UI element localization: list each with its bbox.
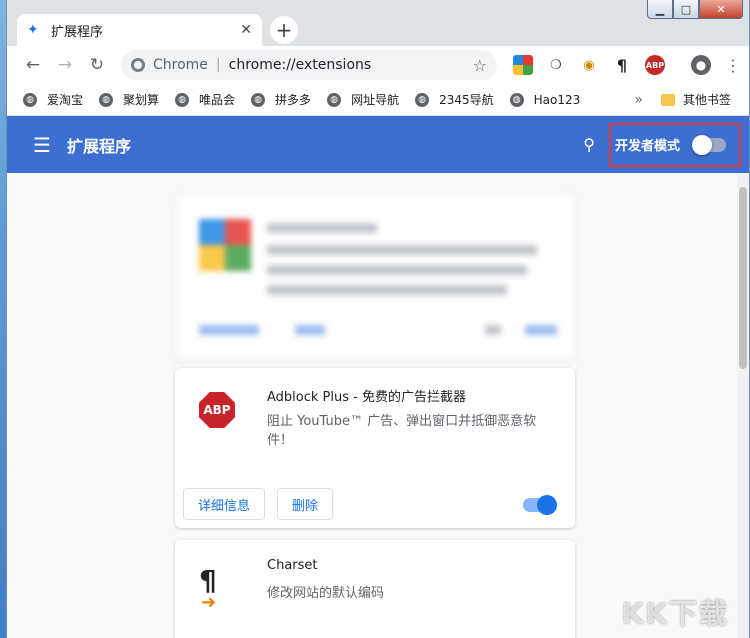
bookmark-item[interactable]: ◍ Hao123 xyxy=(509,92,581,107)
developer-mode-toggle[interactable] xyxy=(692,134,727,155)
extension-description: 阻止 YouTube™ 广告、弹出窗口并抵御恶意软件！ xyxy=(267,414,537,448)
bookmarks-bar: ◍ 爱淘宝 ◍ 聚划算 ◍ 唯品会 ◍ 拼多多 ◍ 网址导航 ◍ 2345导航 ◍ Hao12… xyxy=(7,84,749,116)
extension-card-charset: ¶ ➜ Charset 修改网站的默认编码 xyxy=(175,540,575,638)
bookmark-star-icon[interactable]: ☆ xyxy=(473,56,487,75)
extension-name: Charset xyxy=(267,558,318,573)
extensions-list: ABP Adblock Plus - 免费的广告拦截器 阻止 YouTube™ … xyxy=(7,173,739,638)
extension-enable-toggle[interactable] xyxy=(523,495,557,515)
bookmark-item[interactable]: ◍ 爱淘宝 xyxy=(23,91,83,108)
globe-icon: ◍ xyxy=(23,92,37,107)
globe-icon: ◍ xyxy=(327,92,342,107)
tab-strip: ✦ 扩展程序 ✕ + xyxy=(7,0,749,46)
close-window-button[interactable]: ✕ xyxy=(699,0,743,19)
window-controls: ▁ □ ✕ xyxy=(647,0,743,19)
bookmark-label: Hao123 xyxy=(533,92,581,107)
globe-icon: ◍ xyxy=(99,92,114,107)
blurred-extension-icon xyxy=(199,219,251,271)
extension-name: Adblock Plus - 免费的广告拦截器 xyxy=(267,390,466,405)
blurred-text xyxy=(267,265,527,275)
extension-abp-icon[interactable]: ABP xyxy=(645,55,665,75)
bookmark-label: 爱淘宝 xyxy=(47,93,84,107)
globe-icon: ◍ xyxy=(175,92,190,107)
bookmark-item[interactable]: ◍ 网址导航 xyxy=(327,91,399,108)
extension-colorful-icon[interactable] xyxy=(513,55,533,75)
bookmark-item[interactable]: ◍ 拼多多 xyxy=(251,91,311,108)
toggle-knob xyxy=(537,495,557,515)
bookmark-item[interactable]: ◍ 唯品会 xyxy=(175,91,235,108)
reload-button[interactable]: ↻ xyxy=(83,55,111,75)
bookmark-label: 2345导航 xyxy=(439,93,494,107)
page-title: 扩展程序 xyxy=(66,136,131,156)
extension-bulb-icon[interactable]: ❍ xyxy=(546,55,566,75)
tab-close-icon[interactable]: ✕ xyxy=(240,22,252,38)
bookmark-label: 网址导航 xyxy=(351,93,400,107)
charset-icon: ¶ ➜ xyxy=(199,564,239,613)
bookmarks-overflow-icon[interactable]: » xyxy=(634,92,643,108)
blurred-text xyxy=(267,245,537,255)
globe-icon: ◍ xyxy=(509,92,524,107)
bookmark-label: 拼多多 xyxy=(275,93,312,107)
scrollbar[interactable] xyxy=(737,173,749,638)
folder-icon xyxy=(660,93,675,106)
arrow-right-icon: ➜ xyxy=(201,592,217,613)
new-tab-button[interactable]: + xyxy=(270,16,298,44)
chrome-icon xyxy=(131,58,145,72)
developer-mode-label: 开发者模式 xyxy=(615,139,681,154)
tab-extensions[interactable]: ✦ 扩展程序 ✕ xyxy=(17,14,262,46)
omnibox-separator: | xyxy=(215,57,221,73)
extension-tampermonkey-icon[interactable]: ◉ xyxy=(579,55,599,75)
blurred-button xyxy=(295,325,325,335)
details-button[interactable]: 详细信息 xyxy=(183,488,266,520)
url-text[interactable]: chrome://extensions xyxy=(229,57,372,73)
site-label: Chrome xyxy=(153,57,208,73)
extension-card-adblock: ABP Adblock Plus - 免费的广告拦截器 阻止 YouTube™ … xyxy=(175,368,575,528)
other-bookmarks[interactable]: 其他书签 xyxy=(660,91,731,108)
browser-window: ✦ 扩展程序 ✕ + ▁ □ ✕ ← → ↻ Chrome | chrome:/… xyxy=(6,0,750,638)
maximize-button[interactable]: □ xyxy=(673,0,699,19)
forward-button[interactable]: → xyxy=(51,55,79,75)
toolbar: ← → ↻ Chrome | chrome://extensions ☆ ❍ ◉… xyxy=(7,46,749,84)
other-bookmarks-label: 其他书签 xyxy=(682,93,731,107)
scrollbar-thumb[interactable] xyxy=(739,187,747,369)
toggle-knob xyxy=(692,134,713,155)
tab-title: 扩展程序 xyxy=(51,24,104,40)
developer-mode-control: 开发者模式 xyxy=(609,122,741,167)
bookmark-item[interactable]: ◍ 2345导航 xyxy=(415,91,494,108)
puzzle-icon: ✦ xyxy=(27,22,39,38)
minimize-button[interactable]: ▁ xyxy=(647,0,673,19)
abp-logo: ABP xyxy=(199,392,235,428)
back-button[interactable]: ← xyxy=(19,55,47,75)
profile-avatar-icon[interactable]: ● xyxy=(691,55,711,75)
globe-icon: ◍ xyxy=(415,92,430,107)
blurred-button xyxy=(199,325,259,335)
address-bar[interactable]: Chrome | chrome://extensions ☆ xyxy=(121,50,497,80)
blurred-toggle xyxy=(525,325,557,335)
extension-description: 修改网站的默认编码 xyxy=(267,586,385,601)
bookmark-label: 聚划算 xyxy=(123,93,160,107)
blurred-extension-card xyxy=(175,195,575,361)
watermark: KK下载 xyxy=(621,597,729,630)
extensions-header: ☰ 扩展程序 ⚲ 开发者模式 xyxy=(7,116,749,173)
blurred-text xyxy=(267,285,507,295)
extension-icons: ❍ ◉ ¶ ABP xyxy=(513,55,665,75)
hamburger-menu-icon[interactable]: ☰ xyxy=(33,133,51,157)
bookmark-item[interactable]: ◍ 聚划算 xyxy=(99,91,159,108)
search-icon[interactable]: ⚲ xyxy=(583,135,595,154)
blurred-icon xyxy=(485,325,501,335)
extension-charset-icon[interactable]: ¶ xyxy=(612,55,632,75)
remove-button[interactable]: 删除 xyxy=(277,488,334,520)
adblock-icon: ABP xyxy=(199,392,239,432)
bookmark-label: 唯品会 xyxy=(199,93,236,107)
browser-menu-icon[interactable]: ⋮ xyxy=(725,56,741,75)
blurred-text xyxy=(267,223,377,233)
globe-icon: ◍ xyxy=(251,92,266,107)
